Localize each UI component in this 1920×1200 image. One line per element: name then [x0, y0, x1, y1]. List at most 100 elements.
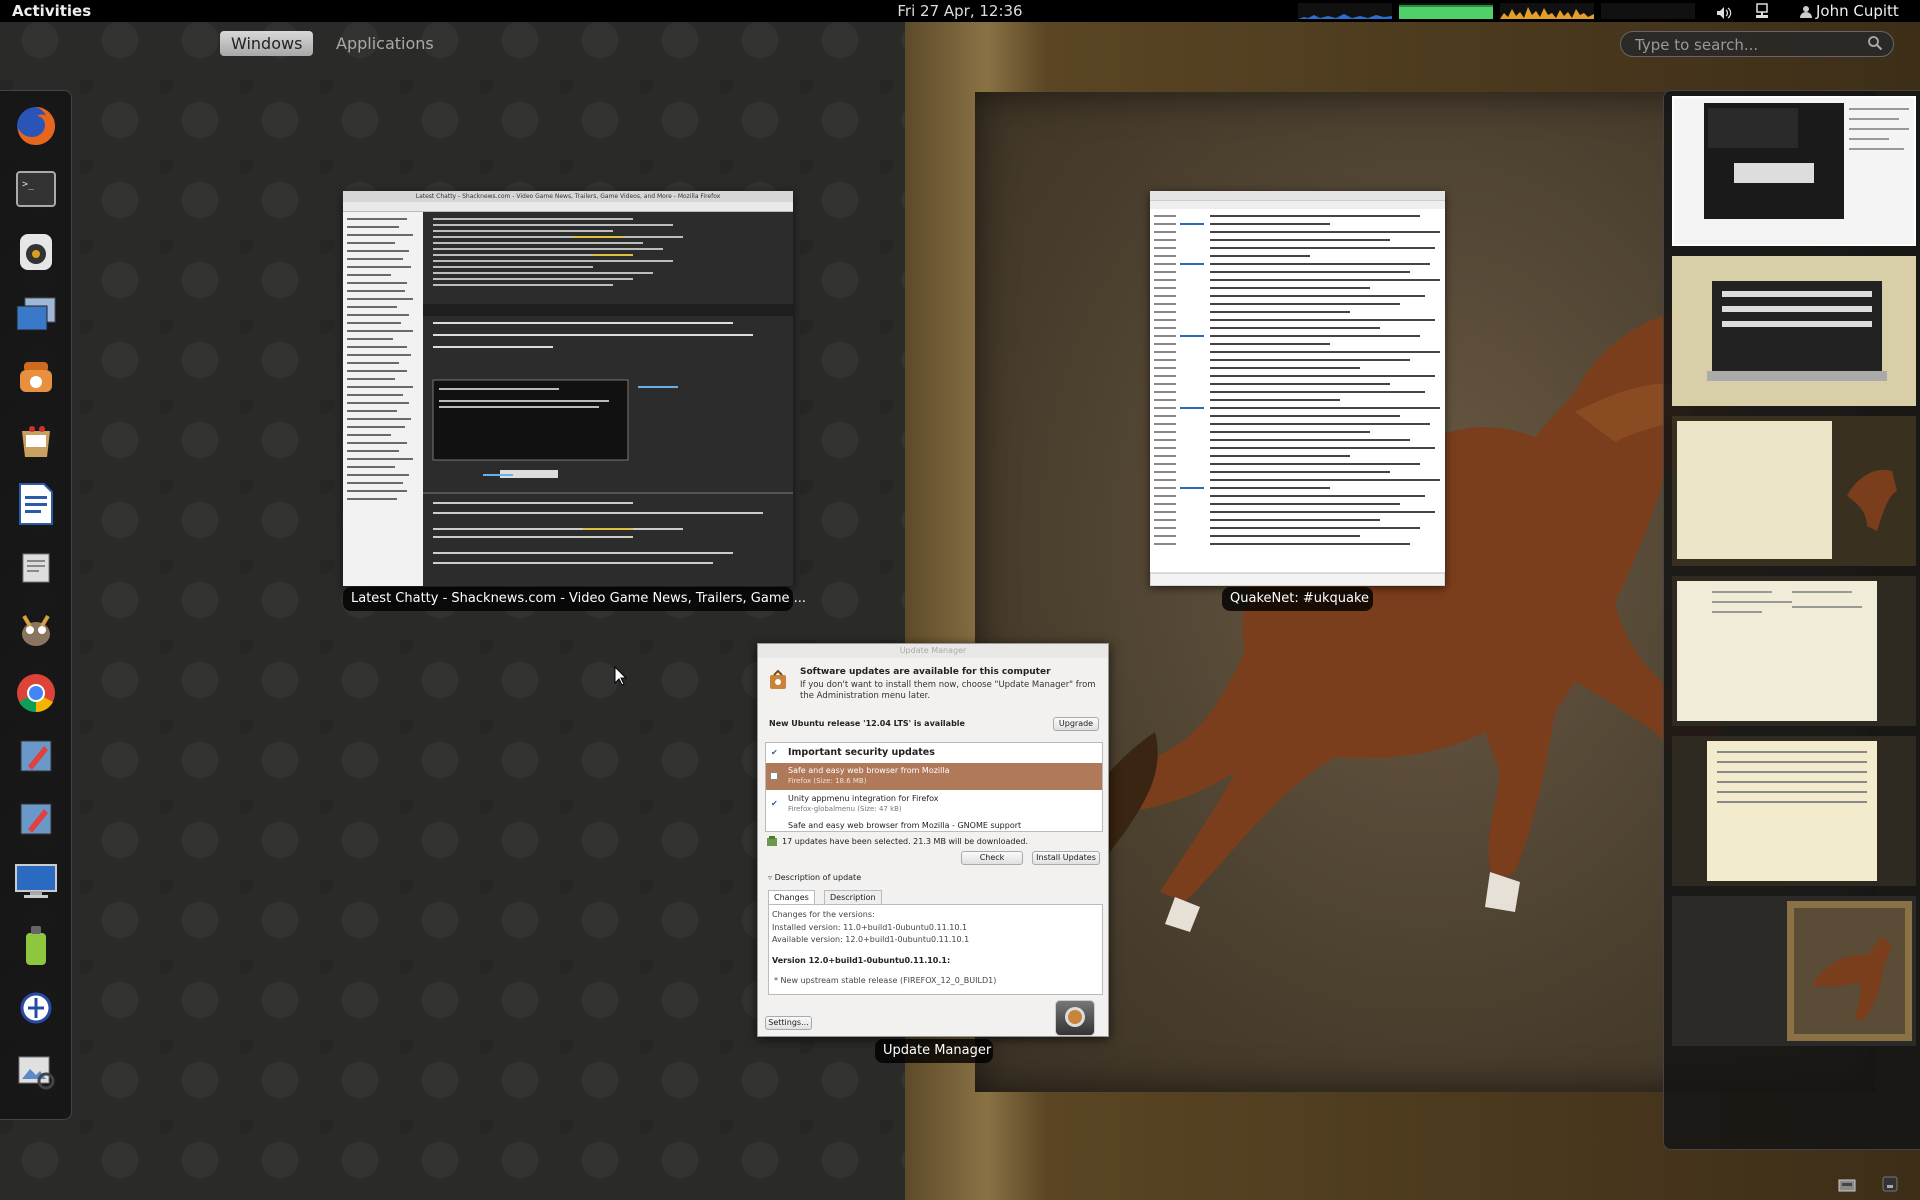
workspace-1[interactable] [1672, 96, 1916, 246]
expander-arrow-icon: ▿ [768, 873, 773, 882]
install-updates-button[interactable]: Install Updates [1032, 851, 1100, 865]
chatty-page [423, 218, 793, 564]
workspace-4[interactable] [1672, 576, 1916, 726]
update-manager-icon [767, 669, 789, 694]
workspace-2[interactable] [1672, 256, 1916, 406]
update-manager-window[interactable]: Update Manager Software updates are avai… [757, 643, 1109, 1037]
terminal-icon[interactable]: >_ [12, 165, 60, 213]
svg-text:>_: >_ [22, 179, 35, 190]
update-manager-caption[interactable]: Update Manager [875, 1039, 993, 1063]
firefox-toolbar [343, 202, 793, 212]
rhythmbox-icon[interactable] [12, 228, 60, 276]
screenshot-icon[interactable] [12, 291, 60, 339]
update-row[interactable]: ✔ Unity appmenu integration for Firefox … [766, 791, 1102, 818]
download-summary: 17 updates have been selected. 21.3 MB w… [782, 837, 1028, 846]
description-expander-label: Description of update [774, 873, 862, 882]
download-summary-icon [766, 835, 778, 850]
workspace-6[interactable] [1672, 896, 1916, 1046]
dash: >_ [0, 90, 72, 1120]
firefox-title-bar: Latest Chatty - Shacknews.com - Video Ga… [343, 191, 793, 202]
tab-applications[interactable]: Applications [325, 31, 445, 56]
firefox-icon[interactable] [12, 102, 60, 150]
update-row[interactable]: Safe and easy web browser from Mozilla -… [766, 819, 1102, 831]
quakenet-window-thumbnail[interactable] [1150, 191, 1445, 586]
update-name: Safe and easy web browser from Mozilla [788, 766, 950, 775]
mouse-pointer-icon [614, 665, 628, 690]
image-viewer-icon[interactable] [12, 1047, 60, 1095]
irc-menu-bar [1150, 191, 1445, 201]
update-row-selected[interactable]: Safe and easy web browser from Mozilla F… [766, 763, 1102, 790]
firefox-page-content [423, 212, 793, 586]
workspace-2-preview [1672, 256, 1916, 406]
activities-button[interactable]: Activities [12, 0, 91, 22]
workspace-1-preview [1674, 98, 1914, 244]
inkscape-icon[interactable] [12, 732, 60, 780]
tray-toggle-icon[interactable] [1882, 1176, 1898, 1196]
quakenet-window-caption[interactable]: QuakeNet: #ukquake [1222, 587, 1373, 611]
update-detail: Firefox (Size: 18.6 MB) [788, 777, 867, 785]
inkscape-alt-icon[interactable] [12, 795, 60, 843]
removable-device-icon[interactable] [1838, 1177, 1858, 1197]
cpu-graph-plot [1298, 14, 1392, 19]
group-check-icon: ✔ [771, 748, 778, 757]
user-menu[interactable]: John Cupitt [1800, 0, 1899, 24]
workspace-3[interactable] [1672, 416, 1916, 566]
remote-desktop-icon[interactable] [12, 858, 60, 906]
workspace-5[interactable] [1672, 736, 1916, 886]
updates-list[interactable]: ✔ Important security updates Safe and ea… [765, 742, 1103, 832]
update-checkbox[interactable] [770, 772, 778, 780]
version-heading: Version 12.0+build1-0ubuntu0.11.10.1: [772, 955, 951, 965]
updates-group-header[interactable]: ✔ Important security updates [766, 746, 1102, 762]
release-notice: New Ubuntu release '12.04 LTS' is availa… [769, 719, 965, 728]
disk-graph[interactable] [1601, 3, 1695, 19]
search-input[interactable] [1635, 35, 1855, 55]
network-icon[interactable] [1755, 3, 1769, 25]
update-manager-heading: Software updates are available for this … [800, 667, 1051, 677]
firefox-window-caption[interactable]: Latest Chatty - Shacknews.com - Video Ga… [343, 587, 806, 611]
memory-graph[interactable] [1399, 3, 1493, 19]
volume-icon[interactable] [1716, 4, 1732, 26]
update-check-icon[interactable]: ✔ [771, 799, 778, 808]
changes-line: Changes for the versions: [772, 910, 875, 919]
tab-windows[interactable]: Windows [220, 31, 314, 56]
check-button[interactable]: Check [961, 851, 1023, 865]
libreoffice-writer-icon[interactable] [12, 480, 60, 528]
user-status-icon [1800, 2, 1812, 24]
gimp-icon[interactable] [12, 606, 60, 654]
search-box [1620, 31, 1894, 57]
firefox-bookmarks-sidebar [343, 212, 423, 586]
top-panel: Activities Fri 27 Apr, 12:36 John Cupitt [0, 0, 1920, 22]
upgrade-button[interactable]: Upgrade [1053, 717, 1099, 731]
update-detail: Firefox-globalmenu (Size: 47 kB) [788, 805, 902, 813]
changes-bullet: * New upstream stable release (FIREFOX_1… [774, 976, 997, 985]
workspace-5-preview [1672, 736, 1916, 886]
memory-graph-plot [1399, 5, 1493, 19]
search-icon[interactable] [1867, 35, 1883, 55]
network-graph-plot [1500, 7, 1594, 19]
settings-button[interactable]: Settings... [765, 1016, 812, 1030]
close-icon [1063, 1005, 1087, 1032]
clock[interactable]: Fri 27 Apr, 12:36 [897, 2, 1022, 20]
updates-group-label: Important security updates [788, 747, 935, 758]
android-icon[interactable] [12, 921, 60, 969]
sidebar-lines [347, 218, 413, 500]
chrome-icon[interactable] [12, 669, 60, 717]
update-manager-title-bar: Update Manager [758, 644, 1108, 658]
firefox-window-thumbnail[interactable]: Latest Chatty - Shacknews.com - Video Ga… [343, 191, 793, 586]
update-name: Safe and easy web browser from Mozilla -… [788, 821, 1022, 830]
tab-changes[interactable]: Changes [768, 890, 815, 904]
text-editor-icon[interactable] [12, 543, 60, 591]
zotero-icon[interactable] [12, 984, 60, 1032]
workspace-switcher [1663, 90, 1920, 1150]
transmission-icon[interactable] [12, 354, 60, 402]
cpu-graph[interactable] [1298, 3, 1392, 19]
software-center-icon[interactable] [12, 417, 60, 465]
close-window-button[interactable] [1055, 1000, 1095, 1036]
irc-chat-log [1150, 201, 1445, 586]
description-expander[interactable]: ▿ Description of update [768, 873, 861, 882]
tab-description[interactable]: Description [824, 890, 882, 904]
user-name: John Cupitt [1816, 2, 1899, 20]
network-graph[interactable] [1500, 3, 1594, 19]
workspace-3-preview [1672, 416, 1916, 566]
update-manager-subheading: If you don't want to install them now, c… [800, 680, 1096, 701]
